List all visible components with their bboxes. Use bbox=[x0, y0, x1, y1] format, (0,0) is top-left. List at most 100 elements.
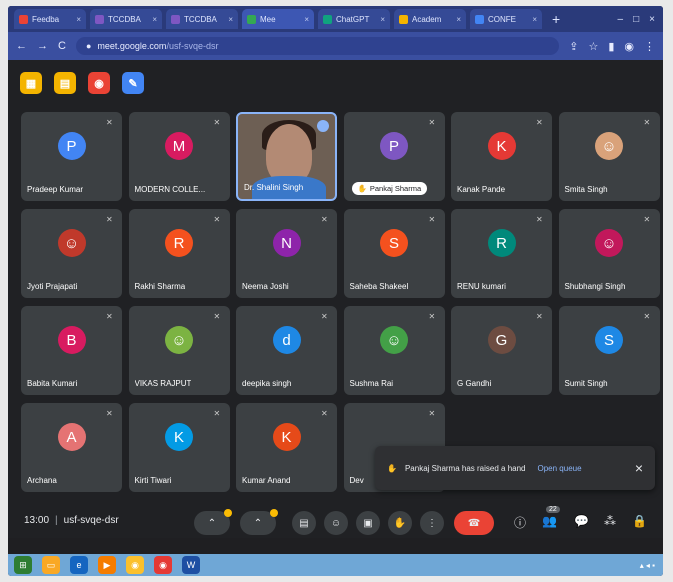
hand-icon: ✋ bbox=[393, 517, 407, 529]
chrome-active-icon[interactable]: ◉ bbox=[154, 556, 172, 574]
sidepanel-icon[interactable]: ▮ bbox=[608, 40, 614, 53]
participant-tile[interactable]: ✕ d deepika singh bbox=[236, 306, 337, 395]
participant-tile[interactable]: ✕ G G Gandhi bbox=[451, 306, 552, 395]
participant-tile[interactable]: ✕ S Saheba Shakeel bbox=[343, 209, 445, 298]
participant-tile[interactable]: ✕ K Kirti Tiwari bbox=[128, 403, 230, 492]
microphone-button[interactable]: ⌃ bbox=[194, 509, 232, 535]
participant-tile[interactable]: ✕ R Rakhi Sharma bbox=[128, 209, 230, 298]
tab[interactable]: CONFE × bbox=[470, 9, 542, 29]
profile-icon[interactable]: ◉ bbox=[624, 40, 634, 53]
mic-off-icon: ✕ bbox=[643, 312, 651, 321]
participant-tile[interactable]: ✕ ☺ Jyoti Prajapati bbox=[21, 209, 122, 298]
maximize-icon[interactable]: □ bbox=[633, 14, 639, 25]
close-tab-icon[interactable]: × bbox=[380, 15, 385, 24]
word-icon[interactable]: W bbox=[182, 556, 200, 574]
pin-icon[interactable] bbox=[317, 120, 329, 132]
chat-icon[interactable]: 💬 bbox=[574, 514, 589, 528]
tab-favicon-icon bbox=[475, 14, 484, 24]
avatar: ☺ bbox=[595, 132, 623, 160]
info-icon[interactable]: ⓘ bbox=[514, 514, 526, 531]
tab-label: ChatGPT bbox=[336, 14, 370, 24]
reload-icon[interactable]: C bbox=[58, 40, 66, 52]
participant-video-tile[interactable]: Dr. Shalini Singh bbox=[236, 112, 337, 201]
close-tab-icon[interactable]: × bbox=[152, 15, 157, 24]
ie-icon[interactable]: e bbox=[70, 556, 88, 574]
participant-tile[interactable]: ✕ A Archana bbox=[21, 403, 122, 492]
participant-tile[interactable]: ✕ M MODERN COLLE... bbox=[128, 112, 230, 201]
start-icon[interactable]: ⊞ bbox=[14, 556, 32, 574]
participant-tile[interactable]: ✕ K Kumar Anand bbox=[236, 403, 337, 492]
tab[interactable]: Academ × bbox=[394, 9, 466, 29]
url-field[interactable]: ● meet.google.com/usf-svqe-dsr bbox=[75, 37, 560, 55]
tab-favicon-icon bbox=[171, 14, 180, 24]
more-options-button[interactable]: ⋮ bbox=[420, 511, 444, 535]
close-tab-icon[interactable]: × bbox=[304, 15, 309, 24]
present-button[interactable]: ▣ bbox=[356, 511, 380, 535]
participant-tile[interactable]: ✕ S Sumit Singh bbox=[558, 306, 660, 395]
tab[interactable]: ChatGPT × bbox=[318, 9, 390, 29]
emoji-button[interactable]: ☺ bbox=[324, 511, 348, 535]
notes-icon[interactable]: ▦ bbox=[20, 72, 42, 94]
file-explorer-icon[interactable]: ▭ bbox=[42, 556, 60, 574]
participant-tile[interactable]: ✕ R RENU kumari bbox=[451, 209, 552, 298]
mic-off-icon: ✕ bbox=[643, 118, 651, 127]
participant-tile[interactable]: ✕ ☺ Sushma Rai bbox=[343, 306, 445, 395]
star-icon[interactable]: ☆ bbox=[588, 40, 598, 53]
close-tab-icon[interactable]: × bbox=[532, 15, 537, 24]
participant-name: Rakhi Sharma bbox=[134, 282, 186, 291]
meeting-info: 13:00 | usf-svqe-dsr bbox=[24, 515, 119, 526]
new-tab-button[interactable]: + bbox=[546, 11, 566, 27]
present-icon: ▣ bbox=[363, 517, 373, 529]
participant-tile[interactable]: ✕ K Kanak Pande bbox=[451, 112, 552, 201]
tab[interactable]: Feedba × bbox=[14, 9, 86, 29]
close-tab-icon[interactable]: × bbox=[228, 15, 233, 24]
camera-button[interactable]: ⌃ bbox=[240, 509, 278, 535]
menu-icon[interactable]: ⋮ bbox=[644, 40, 655, 53]
tab[interactable]: TCCDBA × bbox=[166, 9, 238, 29]
tab-active[interactable]: Mee × bbox=[242, 9, 314, 29]
minimize-icon[interactable]: – bbox=[618, 14, 624, 25]
record-icon[interactable]: ◉ bbox=[88, 72, 110, 94]
close-window-icon[interactable]: × bbox=[649, 14, 655, 25]
close-icon[interactable]: × bbox=[635, 460, 643, 476]
forward-icon[interactable]: → bbox=[37, 40, 48, 52]
captions-button[interactable]: ▤ bbox=[292, 511, 316, 535]
media-icon[interactable]: ▶ bbox=[98, 556, 116, 574]
activities-icon[interactable]: ⁂ bbox=[604, 514, 616, 528]
avatar: B bbox=[57, 326, 86, 354]
participant-name: RENU kumari bbox=[457, 282, 506, 291]
close-tab-icon[interactable]: × bbox=[76, 15, 81, 24]
window-controls: – □ × bbox=[618, 14, 663, 25]
participant-tile[interactable]: ✕ ☺ Smita Singh bbox=[558, 112, 660, 201]
close-tab-icon[interactable]: × bbox=[456, 15, 461, 24]
open-queue-link[interactable]: Open queue bbox=[538, 464, 582, 473]
host-controls-icon[interactable]: 🔒 bbox=[632, 514, 647, 528]
os-taskbar: ⊞ ▭ e ▶ ◉ ◉ W ▴ ◂ ▪ bbox=[8, 554, 663, 576]
chrome-icon[interactable]: ◉ bbox=[126, 556, 144, 574]
participant-tile[interactable]: ✕ ☺ VIKAS RAJPUT bbox=[128, 306, 230, 395]
share-icon[interactable]: ⇪ bbox=[569, 40, 578, 53]
meet-stage: ▦ ▤ ◉ ✎ ✕ P Pradeep Kumar ✕ M MODERN COLLE...… bbox=[8, 60, 663, 538]
participant-name: VIKAS RAJPUT bbox=[134, 379, 192, 388]
participant-name: Saheba Shakeel bbox=[349, 282, 409, 291]
raise-hand-button[interactable]: ✋ bbox=[388, 511, 412, 535]
people-icon[interactable]: 👥 22 bbox=[542, 506, 560, 528]
back-icon[interactable]: ← bbox=[16, 40, 27, 52]
participant-tile[interactable]: ✕ ☺ Shubhangi Singh bbox=[558, 209, 660, 298]
leave-call-button[interactable]: ☎ bbox=[454, 511, 494, 535]
tab-label: Academ bbox=[412, 14, 442, 24]
avatar: S bbox=[595, 326, 623, 354]
tab[interactable]: TCCDBA × bbox=[90, 9, 162, 29]
participant-tile[interactable]: ✕ P Pradeep Kumar bbox=[21, 112, 122, 201]
participant-tile[interactable]: ✕ P ✋ Pankaj Sharma bbox=[343, 112, 445, 201]
tray-icons[interactable]: ▴ ◂ ▪ bbox=[640, 561, 655, 570]
participant-tile[interactable]: ✕ B Babita Kumari bbox=[21, 306, 122, 395]
control-bar: 13:00 | usf-svqe-dsr ⌃ ⌃ ▤ ☺ ▣ ✋ ⋮ ☎ ⓘ 👥 22… bbox=[8, 506, 663, 538]
edit-icon[interactable]: ✎ bbox=[122, 72, 144, 94]
tab-strip: Feedba × TCCDBA × TCCDBA × Mee × ChatGPT × Ac… bbox=[8, 6, 663, 32]
meeting-time: 13:00 bbox=[24, 515, 50, 526]
toolbar-icons: ⇪ ☆ ▮ ◉ ⋮ bbox=[569, 40, 655, 53]
participant-name: Shubhangi Singh bbox=[564, 282, 626, 291]
participant-tile[interactable]: ✕ N Neema Joshi bbox=[236, 209, 337, 298]
docs-icon[interactable]: ▤ bbox=[54, 72, 76, 94]
